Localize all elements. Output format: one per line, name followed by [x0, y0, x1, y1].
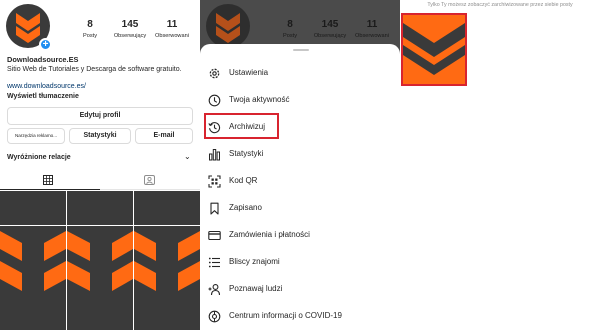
menu-item-label: Centrum informacji o COVID-19	[229, 311, 342, 320]
profile-link[interactable]: www.downloadsource.es/	[7, 83, 86, 90]
card-icon	[208, 230, 221, 241]
bookmark-icon	[210, 202, 219, 215]
ad-tools-button[interactable]: Narzędzia reklamo...	[7, 128, 65, 144]
menu-item-saved[interactable]: Zapisano	[200, 195, 400, 221]
menu-item-covid-info[interactable]: Centrum informacji o COVID-19	[200, 303, 400, 329]
menu-item-settings[interactable]: Ustawienia	[200, 60, 400, 86]
menu-sheet: Ustawienia Twoja aktywność Archiwizuj St…	[200, 44, 400, 330]
grid-divider	[66, 191, 67, 330]
menu-item-label: Poznawaj ludzi	[229, 284, 283, 293]
drag-handle[interactable]	[293, 49, 309, 51]
menu-item-label: Bliscy znajomi	[229, 257, 280, 266]
menu-screen: 8 Posty 145 Obserwujący 11 Obserwowani U…	[200, 0, 400, 330]
profile-screen: + 8 Posty 145 Obserwujący 11 Obserwowani…	[0, 0, 200, 330]
menu-item-discover-people[interactable]: Poznawaj ludzi	[200, 276, 400, 302]
edit-profile-button[interactable]: Edytuj profil	[7, 107, 193, 125]
menu-item-statistics[interactable]: Statystyki	[200, 141, 400, 167]
statistics-button[interactable]: Statystyki	[69, 128, 131, 144]
menu-item-label: Zapisano	[229, 203, 262, 212]
archive-screen: Tylko Ty możesz zobaczyć zarchiwizowane …	[400, 0, 600, 330]
add-person-icon	[208, 284, 221, 296]
qr-code-icon	[208, 175, 221, 188]
grid-divider	[0, 225, 200, 226]
activity-icon	[208, 94, 221, 107]
stat-following-value: 11	[166, 19, 178, 30]
stat-following-value: 11	[366, 19, 378, 30]
menu-item-label: Statystyki	[229, 149, 264, 158]
gear-icon	[209, 68, 220, 79]
menu-item-close-friends[interactable]: Bliscy znajomi	[200, 249, 400, 275]
stat-following-label: Obserwowani	[355, 33, 389, 39]
menu-item-activity[interactable]: Twoja aktywność	[200, 87, 400, 113]
archive-notice: Tylko Ty możesz zobaczyć zarchiwizowane …	[427, 2, 573, 8]
tagged-icon[interactable]	[144, 175, 155, 185]
post-grid[interactable]	[0, 191, 200, 330]
active-tab-indicator	[0, 189, 100, 190]
chevron-down-icon[interactable]: ⌄	[184, 152, 191, 161]
menu-item-label: Kod QR	[229, 176, 258, 185]
grid-icon[interactable]	[43, 175, 53, 185]
menu-item-label: Zamówienia i płatności	[229, 230, 310, 239]
covid-info-icon	[208, 310, 221, 323]
grid-divider	[133, 191, 134, 330]
menu-item-label: Ustawienia	[229, 68, 269, 77]
stat-following: 11 Obserwowani	[346, 19, 398, 39]
highlights-title[interactable]: Wyróżnione relacje	[7, 154, 71, 161]
profile-tabs	[0, 170, 200, 190]
avatar	[206, 4, 250, 48]
profile-name: Downloadsource.ES	[7, 55, 79, 64]
email-button[interactable]: E-mail	[135, 128, 193, 144]
stat-following[interactable]: 11 Obserwowani	[146, 19, 198, 39]
add-story-icon[interactable]: +	[39, 38, 52, 51]
stat-following-label: Obserwowani	[155, 33, 189, 39]
profile-bio: Sitio Web de Tutoriales y Descarga de so…	[7, 66, 182, 73]
menu-item-orders[interactable]: Zamówienia i płatności	[200, 222, 400, 248]
menu-item-label: Twoja aktywność	[229, 95, 290, 104]
translate-link[interactable]: Wyświetl tłumaczenie	[7, 93, 79, 100]
menu-item-qr-code[interactable]: Kod QR	[200, 168, 400, 194]
close-friends-icon	[208, 257, 220, 268]
bar-chart-icon	[209, 149, 221, 161]
archived-post-thumbnail[interactable]	[401, 13, 467, 86]
highlight-box-archive	[204, 113, 279, 139]
